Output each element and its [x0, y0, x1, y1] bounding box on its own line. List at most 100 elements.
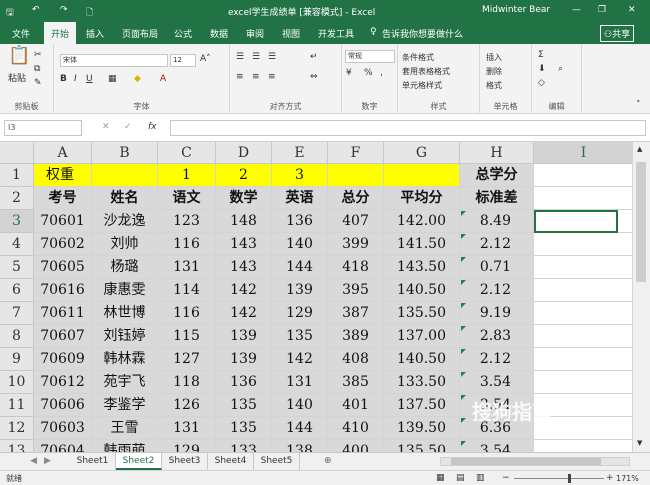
normal-view-icon[interactable]: ▦ — [436, 473, 445, 484]
formula-input[interactable] — [170, 120, 646, 136]
cell-a5[interactable]: 70605 — [34, 256, 92, 279]
next-sheet-icon[interactable]: ▶ — [44, 456, 51, 467]
restore-icon[interactable]: ❐ — [598, 5, 606, 15]
cell-d6[interactable]: 142 — [216, 279, 272, 302]
cell-c5[interactable]: 131 — [158, 256, 216, 279]
cell-style-button[interactable]: 单元格样式 — [402, 80, 442, 91]
cell-e10[interactable]: 131 — [272, 371, 328, 394]
percent-icon[interactable]: % — [364, 68, 373, 79]
tab-insert[interactable]: 插入 — [86, 27, 104, 40]
cell-f4[interactable]: 399 — [328, 233, 384, 256]
cell-h1[interactable]: 总学分 — [460, 164, 534, 187]
zoom-out-icon[interactable]: − — [502, 473, 510, 484]
minimize-icon[interactable]: — — [572, 5, 581, 15]
cell-a11[interactable]: 70606 — [34, 394, 92, 417]
cell-a12[interactable]: 70603 — [34, 417, 92, 440]
cell-b10[interactable]: 苑宇飞 — [92, 371, 158, 394]
row-header-2[interactable]: 2 — [0, 187, 34, 210]
comma-icon[interactable]: , — [380, 68, 383, 79]
add-sheet-icon[interactable]: ⊕ — [324, 456, 332, 467]
column-header-c[interactable]: C — [158, 142, 216, 164]
merge-icon[interactable]: ⇔ — [310, 72, 318, 83]
cell-b6[interactable]: 康惠雯 — [92, 279, 158, 302]
cell-f3[interactable]: 407 — [328, 210, 384, 233]
insert-button[interactable]: 插入 — [486, 52, 502, 63]
cell-f5[interactable]: 418 — [328, 256, 384, 279]
row-header-1[interactable]: 1 — [0, 164, 34, 187]
column-header-d[interactable]: D — [216, 142, 272, 164]
error-indicator-icon[interactable] — [461, 372, 466, 377]
cell-g7[interactable]: 135.50 — [384, 302, 460, 325]
tab-developer[interactable]: 开发工具 — [318, 27, 354, 40]
row-header-3[interactable]: 3 — [0, 210, 34, 233]
align-bottom-icon[interactable]: ☰ — [268, 52, 276, 63]
cell-h4[interactable]: 2.12 — [460, 233, 534, 256]
zoom-slider[interactable] — [514, 478, 604, 479]
new-file-icon[interactable]: 🗋 — [86, 5, 93, 21]
select-all-corner[interactable] — [0, 142, 34, 164]
cell-e1[interactable]: 3 — [272, 164, 328, 187]
cell-h2[interactable]: 标准差 — [460, 187, 534, 210]
cell-g10[interactable]: 133.50 — [384, 371, 460, 394]
row-header-5[interactable]: 5 — [0, 256, 34, 279]
font-name-combo[interactable]: 宋体 — [60, 54, 168, 67]
cell-d7[interactable]: 142 — [216, 302, 272, 325]
error-indicator-icon[interactable] — [461, 441, 466, 446]
cell-c10[interactable]: 118 — [158, 371, 216, 394]
error-indicator-icon[interactable] — [461, 418, 466, 423]
cell-g1[interactable] — [384, 164, 460, 187]
cell-f8[interactable]: 389 — [328, 325, 384, 348]
cell-h9[interactable]: 2.12 — [460, 348, 534, 371]
cell-d3[interactable]: 148 — [216, 210, 272, 233]
cell-f10[interactable]: 385 — [328, 371, 384, 394]
cell-e3[interactable]: 136 — [272, 210, 328, 233]
row-header-7[interactable]: 7 — [0, 302, 34, 325]
cancel-icon[interactable]: ✕ — [102, 122, 110, 133]
error-indicator-icon[interactable] — [461, 326, 466, 331]
column-header-h[interactable]: H — [460, 142, 534, 164]
sheet-tab-4[interactable]: Sheet4 — [208, 453, 254, 470]
error-indicator-icon[interactable] — [461, 280, 466, 285]
cell-g6[interactable]: 140.50 — [384, 279, 460, 302]
undo-icon[interactable]: ↶ — [32, 5, 40, 15]
paste-label[interactable]: 粘贴 — [8, 74, 26, 85]
tab-file[interactable]: 文件 — [12, 27, 30, 40]
cut-icon[interactable]: ✂ — [34, 50, 42, 61]
cell-h8[interactable]: 2.83 — [460, 325, 534, 348]
cell-a7[interactable]: 70611 — [34, 302, 92, 325]
format-painter-icon[interactable]: ✎ — [34, 78, 42, 89]
table-format-button[interactable]: 套用表格格式 — [402, 66, 450, 77]
cell-e12[interactable]: 144 — [272, 417, 328, 440]
find-icon[interactable]: ⌕ — [558, 64, 563, 75]
cell-e2[interactable]: 英语 — [272, 187, 328, 210]
error-indicator-icon[interactable] — [461, 211, 466, 216]
row-header-9[interactable]: 9 — [0, 348, 34, 371]
cell-f7[interactable]: 387 — [328, 302, 384, 325]
cell-f6[interactable]: 395 — [328, 279, 384, 302]
cell-f9[interactable]: 408 — [328, 348, 384, 371]
format-button[interactable]: 格式 — [486, 80, 502, 91]
row-header-8[interactable]: 8 — [0, 325, 34, 348]
cell-f11[interactable]: 401 — [328, 394, 384, 417]
cell-e9[interactable]: 142 — [272, 348, 328, 371]
cell-h6[interactable]: 2.12 — [460, 279, 534, 302]
row-header-4[interactable]: 4 — [0, 233, 34, 256]
zoom-level[interactable]: 171% — [616, 473, 639, 484]
underline-icon[interactable]: U — [86, 74, 93, 85]
cell-b9[interactable]: 韩林霖 — [92, 348, 158, 371]
cell-g11[interactable]: 137.50 — [384, 394, 460, 417]
save-icon[interactable]: 🖫 — [6, 5, 14, 21]
align-center-icon[interactable]: ≡ — [252, 72, 260, 83]
cell-c8[interactable]: 115 — [158, 325, 216, 348]
cell-a4[interactable]: 70602 — [34, 233, 92, 256]
clear-icon[interactable]: ◇ — [538, 78, 545, 89]
tab-review[interactable]: 审阅 — [246, 27, 264, 40]
sheet-tab-1[interactable]: Sheet1 — [70, 453, 116, 470]
row-header-10[interactable]: 10 — [0, 371, 34, 394]
align-left-icon[interactable]: ≡ — [236, 72, 244, 83]
error-indicator-icon[interactable] — [461, 234, 466, 239]
column-header-a[interactable]: A — [34, 142, 92, 164]
vertical-scrollbar[interactable]: ▲ ▼ — [632, 142, 650, 452]
grow-font-icon[interactable]: A˄ — [200, 54, 211, 65]
number-format-combo[interactable]: 常规 — [345, 50, 395, 63]
